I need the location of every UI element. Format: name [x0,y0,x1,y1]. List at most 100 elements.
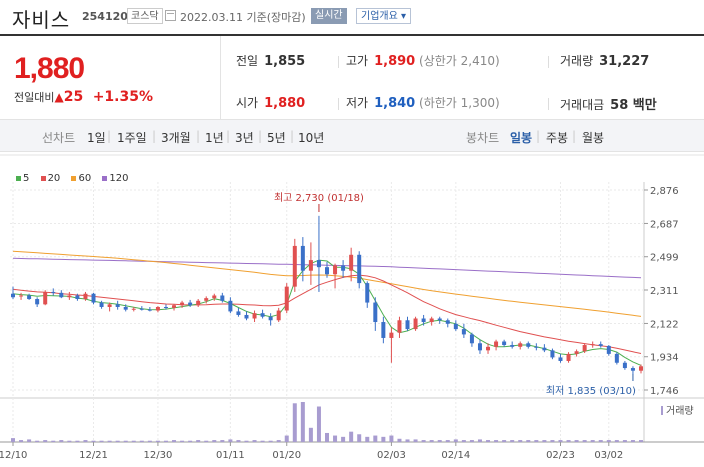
volume-bar [630,440,635,442]
candle-body [172,305,177,308]
volume-bar [172,440,177,442]
candle-body [445,320,450,324]
candle-body [260,313,265,317]
candle-body [550,350,555,358]
volume-bar [67,440,72,442]
volume-bar [188,440,193,442]
y-tick-label: 2,876 [650,186,679,197]
volume-bar [429,440,434,442]
volume-bar [606,440,611,442]
candle-body [630,368,635,371]
candle-body [188,302,193,306]
candle-body [99,302,104,307]
volume-bar [397,438,402,442]
candle-body [131,308,136,310]
candle-body [67,295,72,298]
candle-body [300,245,305,271]
volume-bar [131,440,136,442]
candle-body [389,332,394,338]
volume-bar [357,434,362,442]
candle-body [469,334,474,344]
candle-body [614,353,619,363]
candle-body [220,295,225,301]
volume-bar [639,440,643,442]
volume-bar [510,440,515,442]
volume-bar [598,440,603,442]
candle-body [252,313,257,319]
candle-body [397,320,402,333]
candle-body [43,291,48,305]
volume-bar [381,436,386,442]
x-tick-label: 12/21 [79,450,108,461]
candle-body [598,344,603,346]
candle-body [526,343,531,347]
candle-body [542,347,547,351]
x-tick-label: 02/23 [546,450,575,461]
volume-bar [220,440,225,442]
candle-body [574,351,579,354]
volume-bar [502,440,507,442]
candle-body [59,292,64,298]
candle-body [204,298,209,301]
candle-body [381,322,386,338]
candle-body [292,245,297,287]
candle-body [502,341,507,346]
volume-bar [236,440,241,442]
candle-body [244,314,249,319]
candle-body [494,341,499,347]
candle-body [276,310,281,321]
stock-chart[interactable]: 2,876 2,687 2,499 2,311 2,122 1,934 1,746 12/10… [0,0,704,467]
volume-bar [590,440,595,442]
y-tick-label: 2,311 [650,286,679,297]
volume-bar [107,440,112,442]
candle-body [405,320,410,330]
volume-bar [123,440,128,442]
candle-body [510,345,515,347]
candle-body [155,306,160,311]
candle-body [639,366,643,371]
candle-body [518,343,523,347]
volume-bar [373,435,378,442]
candle-body [107,304,112,307]
candle-body [123,306,128,310]
y-tick-label: 1,934 [650,353,679,364]
x-tick-label: 02/03 [377,450,406,461]
candle-body [534,346,539,348]
volume-bar [518,440,523,442]
volume-bar [437,440,442,442]
volume-bar [155,440,160,442]
volume-bar [300,402,305,442]
volume-bar [566,440,571,442]
candle-body [582,345,587,352]
volume-bar [574,440,579,442]
volume-bar [99,440,104,442]
volume-bar [469,440,474,442]
volume-bar [534,440,539,442]
candle-body [83,293,88,300]
candle-body [27,295,32,300]
candle-body [139,308,144,310]
candle-body [75,295,80,300]
volume-bar [365,436,370,442]
volume-bar [486,440,491,442]
candle-body [357,254,362,284]
x-tick-label: 03/02 [594,450,623,461]
candle-body [316,260,321,268]
candle-body [622,362,627,369]
candle-body [461,329,466,335]
volume-bar [421,440,426,442]
candle-body [308,260,313,271]
candle-body [212,295,217,299]
volume-bar [453,439,458,442]
volume-bar [349,431,354,442]
volume-bar [91,440,96,442]
volume-bar [252,440,257,442]
candle-body [268,316,273,321]
candle-body [163,306,168,308]
y-tick-label: 2,122 [650,319,679,330]
volume-bar [582,440,587,442]
candle-body [180,302,185,306]
candle-body [11,293,15,298]
volume-bar [494,440,499,442]
volume-bar [461,440,466,442]
